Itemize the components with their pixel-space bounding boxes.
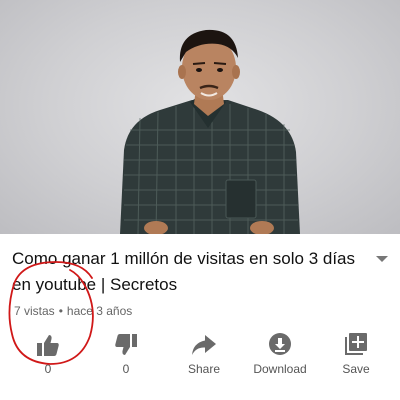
upload-age: hace 3 años	[66, 304, 133, 318]
view-count: 7 vistas	[14, 304, 55, 318]
expand-description-icon[interactable]	[376, 256, 388, 262]
video-info: Como ganar 1 millón de visitas en solo 3…	[0, 234, 400, 400]
action-bar: 0 0 Share Download Save	[0, 330, 400, 380]
download-label: Download	[253, 362, 307, 376]
save-label: Save	[342, 362, 370, 376]
add-to-playlist-icon	[345, 333, 367, 355]
like-button[interactable]: 0	[8, 330, 88, 380]
dislike-count: 0	[122, 362, 130, 376]
like-count: 0	[44, 362, 52, 376]
video-title[interactable]: Como ganar 1 millón de visitas en solo 3…	[12, 246, 357, 298]
dislike-button[interactable]: 0	[86, 330, 166, 380]
video-thumbnail	[120, 29, 300, 234]
download-button[interactable]: Download	[240, 330, 320, 380]
video-meta: 7 vistas • hace 3 años	[14, 304, 132, 318]
video-player[interactable]	[0, 0, 400, 234]
share-label: Share	[187, 362, 221, 376]
share-button[interactable]: Share	[164, 330, 244, 380]
thumbs-up-icon	[37, 335, 59, 356]
download-icon	[269, 333, 291, 355]
share-arrow-icon	[192, 335, 216, 355]
meta-separator: •	[58, 304, 63, 318]
save-button[interactable]: Save	[316, 330, 396, 380]
thumbs-down-icon	[115, 334, 137, 355]
